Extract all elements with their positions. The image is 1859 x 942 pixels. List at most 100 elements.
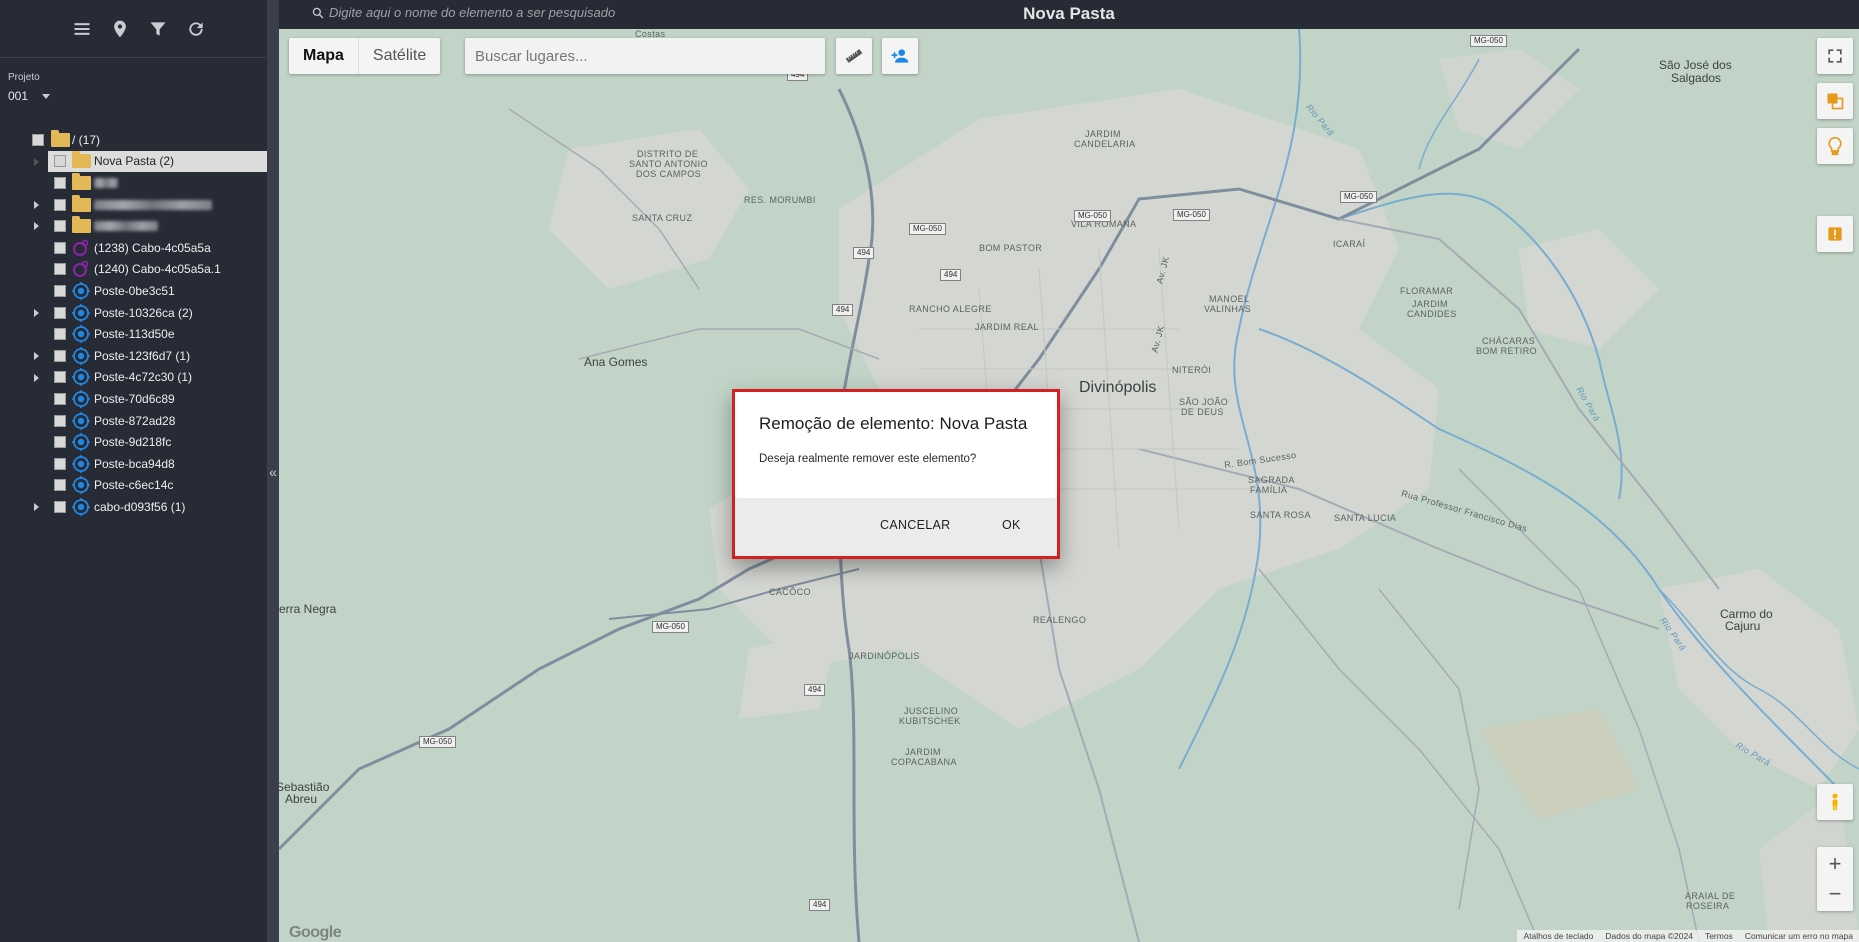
map-pin-icon[interactable] <box>108 17 132 41</box>
redacted-label <box>94 177 118 188</box>
expand-arrow-icon[interactable] <box>34 373 39 382</box>
refresh-icon[interactable] <box>184 17 208 41</box>
tree-item[interactable]: Poste-872ad28 <box>0 410 267 432</box>
zoom-out-button[interactable]: − <box>1829 879 1842 909</box>
tree-item[interactable]: Poste-4c72c30 (1) <box>0 367 267 389</box>
sidebar: Projeto 001 / (17) Nova Pasta (2) (1238) C… <box>0 0 267 942</box>
terms-link[interactable]: Termos <box>1705 931 1733 941</box>
cancel-button[interactable]: CANCELAR <box>880 518 950 532</box>
add-user-button[interactable] <box>882 38 918 74</box>
pole-icon <box>71 346 91 365</box>
add-user-icon <box>891 49 909 63</box>
tree-checkbox[interactable] <box>54 284 66 297</box>
tree-item[interactable]: Poste-70d6c89 <box>0 388 267 410</box>
tree-item-label: Poste-113d50e <box>94 327 175 342</box>
project-label: Projeto <box>8 72 40 83</box>
tree-checkbox[interactable] <box>54 457 66 470</box>
lightbulb-icon <box>1828 136 1842 156</box>
alert-button[interactable] <box>1817 216 1853 252</box>
tree-item[interactable]: Nova Pasta (2) <box>34 150 267 173</box>
tree-item[interactable]: (1240) Cabo-4c05a5a.1 <box>0 259 267 281</box>
tree-item[interactable]: Poste-113d50e <box>0 323 267 345</box>
pole-icon <box>71 303 91 322</box>
zoom-in-button[interactable]: + <box>1829 849 1842 879</box>
tree-item[interactable]: (1238) Cabo-4c05a5a <box>0 237 267 259</box>
topbar: Nova Pasta <box>279 0 1859 29</box>
tree-checkbox[interactable] <box>54 198 66 211</box>
tree-root[interactable]: / (17) <box>0 129 267 151</box>
menu-icon[interactable] <box>70 17 94 41</box>
folder-icon <box>71 172 91 192</box>
tree-checkbox[interactable] <box>54 306 66 319</box>
filter-icon[interactable] <box>146 17 170 41</box>
collapse-sidebar-button[interactable]: « <box>267 462 279 482</box>
dialog-actions: CANCELAR OK <box>735 498 1057 556</box>
tree-item[interactable] <box>0 172 267 194</box>
tree-checkbox[interactable] <box>54 392 66 405</box>
expand-arrow-icon[interactable] <box>34 200 39 209</box>
tree-checkbox[interactable] <box>54 241 66 254</box>
places-search-input[interactable] <box>465 38 825 74</box>
pole-icon <box>71 389 91 408</box>
pole-icon <box>71 325 91 344</box>
project-value: 001 <box>8 89 29 103</box>
pole-icon <box>71 281 91 300</box>
report-error-link[interactable]: Comunicar um erro no mapa <box>1745 931 1853 941</box>
tree-item-label: Poste-70d6c89 <box>94 391 175 406</box>
modal-backdrop <box>279 29 1859 942</box>
tab-satellite[interactable]: Satélite <box>359 38 440 74</box>
tree-item[interactable]: Poste-123f6d7 (1) <box>0 345 267 367</box>
folder-icon <box>71 151 91 170</box>
tree-checkbox[interactable] <box>54 500 66 513</box>
tree-checkbox[interactable] <box>54 328 66 341</box>
app: Projeto 001 / (17) Nova Pasta (2) (1238) C… <box>0 0 1859 942</box>
tree-item[interactable]: Poste-0be3c51 <box>0 280 267 302</box>
tree-checkbox[interactable] <box>54 155 66 168</box>
tree-item[interactable] <box>0 215 267 237</box>
tree-item-label: Poste-4c72c30 (1) <box>94 370 193 385</box>
tree-checkbox[interactable] <box>54 263 66 276</box>
ruler-button[interactable] <box>836 38 872 74</box>
keyboard-shortcuts-link[interactable]: Atalhos de teclado <box>1523 931 1593 941</box>
map[interactable]: Divinópolis Ana Gomes erra Negra São Jos… <box>279 29 1859 942</box>
tree-checkbox[interactable] <box>54 176 66 189</box>
tree-checkbox[interactable] <box>54 220 66 233</box>
expand-arrow-icon[interactable] <box>34 157 39 166</box>
tree-item[interactable]: Poste-10326ca (2) <box>0 302 267 324</box>
tree-item[interactable]: Poste-c6ec14c <box>0 475 267 497</box>
sidebar-toolbar <box>0 0 267 58</box>
tree-checkbox[interactable] <box>54 349 66 362</box>
fullscreen-button[interactable] <box>1817 38 1853 74</box>
tree-checkbox[interactable] <box>54 436 66 449</box>
tree-item-label: cabo-d093f56 (1) <box>94 499 186 514</box>
layers-button[interactable] <box>1817 83 1853 119</box>
expand-arrow-icon[interactable] <box>34 308 39 317</box>
tree-checkbox[interactable] <box>54 479 66 492</box>
tree-item-label: Poste-9d218fc <box>94 435 172 450</box>
page-title: Nova Pasta <box>1023 4 1115 23</box>
tree-checkbox[interactable] <box>54 414 66 427</box>
folder-icon <box>71 194 91 214</box>
tree-item[interactable]: cabo-d093f56 (1) <box>0 496 267 518</box>
expand-arrow-icon[interactable] <box>34 351 39 360</box>
tree-item-label: Poste-872ad28 <box>94 413 176 428</box>
tree-item[interactable] <box>0 194 267 216</box>
tree-checkbox[interactable] <box>54 371 66 384</box>
ok-button[interactable]: OK <box>1002 518 1021 532</box>
tab-map[interactable]: Mapa <box>289 38 359 74</box>
project-dropdown[interactable]: 001 <box>8 89 68 103</box>
chevron-down-icon <box>42 93 51 99</box>
tree-item[interactable]: Poste-9d218fc <box>0 431 267 453</box>
pole-icon <box>71 433 91 452</box>
dialog-message: Deseja realmente remover este elemento? <box>759 453 977 465</box>
lightbulb-button[interactable] <box>1817 128 1853 164</box>
tree-item-label: Poste-10326ca (2) <box>94 305 193 320</box>
tree-item-label: Poste-bca94d8 <box>94 456 175 471</box>
tree-checkbox[interactable] <box>32 133 44 146</box>
expand-arrow-icon[interactable] <box>34 503 39 512</box>
tree-item[interactable]: Poste-bca94d8 <box>0 453 267 475</box>
folder-icon <box>50 129 70 149</box>
tree-item-label: Poste-c6ec14c <box>94 478 174 493</box>
street-view-button[interactable] <box>1817 784 1853 820</box>
expand-arrow-icon[interactable] <box>34 222 39 231</box>
